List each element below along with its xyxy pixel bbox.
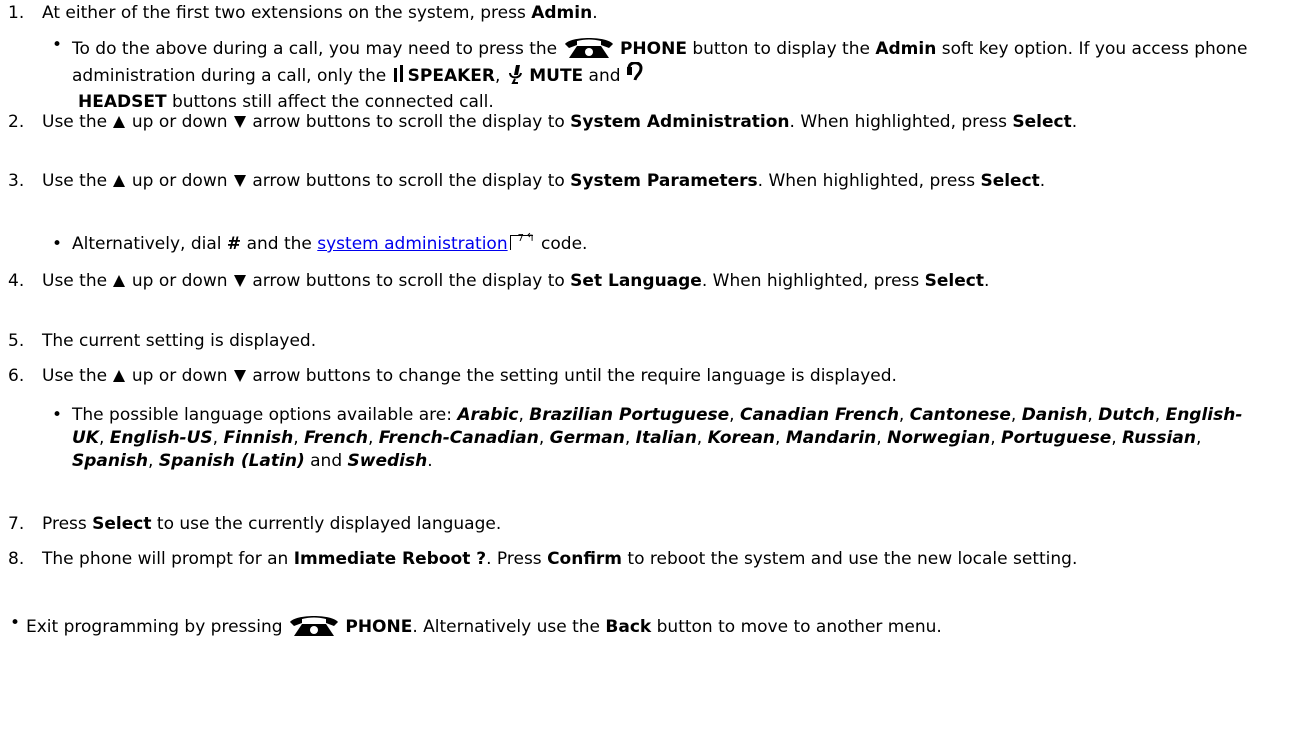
step-number: 6. bbox=[8, 366, 25, 386]
language-option: English-US bbox=[109, 428, 213, 448]
language-option: Spanish bbox=[72, 451, 149, 471]
bullet-dot: • bbox=[52, 405, 63, 425]
step-number: 2. bbox=[8, 112, 25, 132]
step-text: Use the up or down arrow buttons to chan… bbox=[42, 366, 897, 386]
down-arrow-icon bbox=[233, 116, 246, 128]
headset-icon bbox=[626, 62, 643, 81]
language-option: Italian bbox=[635, 428, 697, 448]
mute-icon bbox=[508, 65, 522, 84]
system-administration-link[interactable]: system administration bbox=[317, 234, 507, 254]
step-text: The phone will prompt for an Immediate R… bbox=[42, 549, 1078, 569]
down-arrow-icon bbox=[233, 175, 246, 187]
language-option: Finnish bbox=[223, 428, 294, 448]
language-option: French bbox=[304, 428, 368, 448]
up-arrow-icon bbox=[113, 175, 126, 187]
language-option: Danish bbox=[1021, 405, 1088, 425]
bullet-dot: • bbox=[52, 35, 63, 55]
sub-bullet-text: Alternatively, dial # and the system adm… bbox=[72, 231, 588, 255]
up-arrow-icon bbox=[113, 370, 126, 382]
step-4: 4. Use the up or down arrow buttons to s… bbox=[0, 270, 1280, 293]
step-number: 5. bbox=[8, 331, 25, 351]
step-text: Use the up or down arrow buttons to scro… bbox=[42, 271, 990, 291]
language-option: French-Canadian bbox=[378, 428, 539, 448]
language-option: German bbox=[549, 428, 625, 448]
language-option: Russian bbox=[1122, 428, 1196, 448]
up-arrow-icon bbox=[113, 116, 126, 128]
language-option: Norwegian bbox=[887, 428, 991, 448]
final-text: Exit programming by pressing PHONE. Alte… bbox=[26, 612, 1280, 639]
language-option: Dutch bbox=[1098, 405, 1155, 425]
step-number: 8. bbox=[8, 549, 25, 569]
language-list: The possible language options available … bbox=[72, 405, 1243, 471]
step-text: Use the up or down arrow buttons to scro… bbox=[42, 171, 1046, 191]
sub-bullet-dial-code: • Alternatively, dial # and the system a… bbox=[52, 231, 1274, 256]
step-text: The current setting is displayed. bbox=[42, 331, 317, 351]
cross-reference-icon[interactable]: 7 ↰ bbox=[508, 232, 536, 251]
language-option: Swedish bbox=[347, 451, 428, 471]
language-option: Arabic bbox=[457, 405, 519, 425]
sub-bullet-languages: • The possible language options availabl… bbox=[52, 404, 1274, 473]
sub-bullet-text: To do the above during a call, you may n… bbox=[72, 34, 1274, 115]
language-option: Korean bbox=[707, 428, 776, 448]
language-option: Canadian French bbox=[739, 405, 899, 425]
up-arrow-icon bbox=[113, 275, 126, 287]
step-number: 4. bbox=[8, 271, 25, 291]
step-text: Press Select to use the currently displa… bbox=[42, 514, 502, 534]
language-option: Spanish (Latin) bbox=[158, 451, 305, 471]
step-text: Use the up or down arrow buttons to scro… bbox=[42, 112, 1078, 132]
step-6: 6. Use the up or down arrow buttons to c… bbox=[0, 365, 1280, 388]
phone-icon bbox=[564, 38, 613, 58]
final-bullet: • Exit programming by pressing PHONE. Al… bbox=[0, 612, 1280, 639]
step-5: 5. The current setting is displayed. bbox=[0, 330, 1280, 353]
language-option: Portuguese bbox=[1001, 428, 1112, 448]
phone-icon bbox=[289, 616, 338, 636]
step-text: At either of the first two extensions on… bbox=[42, 3, 598, 23]
language-option: Mandarin bbox=[785, 428, 877, 448]
speaker-icon bbox=[393, 65, 403, 82]
bullet-dot: • bbox=[52, 234, 63, 254]
step-8: 8. The phone will prompt for an Immediat… bbox=[0, 548, 1280, 571]
step-1: 1. At either of the first two extensions… bbox=[0, 2, 1280, 25]
step-2: 2. Use the up or down arrow buttons to s… bbox=[0, 111, 1280, 134]
down-arrow-icon bbox=[233, 275, 246, 287]
down-arrow-icon bbox=[233, 370, 246, 382]
step-number: 1. bbox=[8, 3, 25, 23]
language-option: Brazilian Portuguese bbox=[529, 405, 730, 425]
sub-bullet-call-admin: • To do the above during a call, you may… bbox=[52, 34, 1274, 115]
step-7: 7. Press Select to use the currently dis… bbox=[0, 513, 1280, 536]
step-3: 3. Use the up or down arrow buttons to s… bbox=[0, 170, 1280, 193]
page-reference: 7 bbox=[517, 233, 524, 244]
step-number: 3. bbox=[8, 171, 25, 191]
language-option: Cantonese bbox=[909, 405, 1011, 425]
step-number: 7. bbox=[8, 514, 25, 534]
bullet-dot: • bbox=[10, 613, 21, 633]
